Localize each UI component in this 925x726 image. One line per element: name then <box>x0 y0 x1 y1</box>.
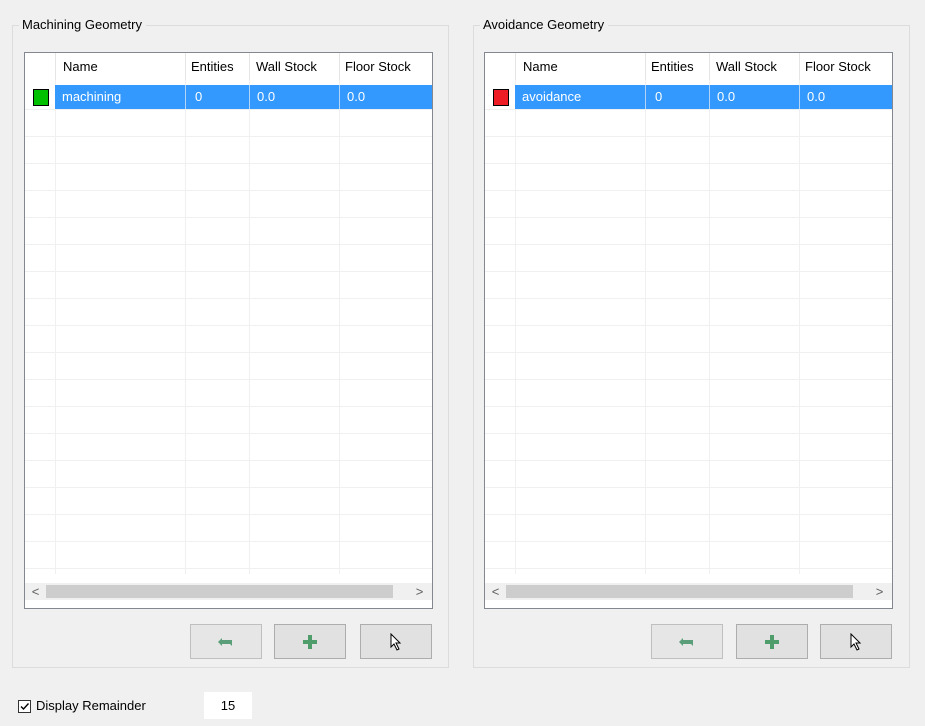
cell-name[interactable]: avoidance <box>522 85 581 109</box>
cell-wall-stock[interactable]: 0.0 <box>717 85 735 109</box>
cell-floor-stock[interactable]: 0.0 <box>347 85 365 109</box>
table-row[interactable]: machining 0 0.0 0.0 <box>25 85 432 109</box>
plus-icon <box>765 634 779 649</box>
cell-wall-stock[interactable]: 0.0 <box>257 85 275 109</box>
cursor-arrow-icon <box>850 632 862 651</box>
scrollbar-thumb[interactable] <box>46 585 393 598</box>
undo-button[interactable] <box>190 624 262 659</box>
cell-floor-stock[interactable]: 0.0 <box>807 85 825 109</box>
scroll-left-button[interactable]: < <box>487 583 504 600</box>
machining-geometry-grid[interactable]: Name Entities Wall Stock Floor Stock mac… <box>24 52 433 609</box>
color-swatch[interactable] <box>493 89 509 106</box>
add-button[interactable] <box>274 624 346 659</box>
undo-button[interactable] <box>651 624 723 659</box>
scroll-right-button[interactable]: > <box>871 583 888 600</box>
checkmark-icon <box>20 703 30 711</box>
scroll-right-button[interactable]: > <box>411 583 428 600</box>
cell-entities[interactable]: 0 <box>195 85 202 109</box>
column-header-entities[interactable]: Entities <box>191 53 234 80</box>
column-header-entities[interactable]: Entities <box>651 53 694 80</box>
plus-icon <box>303 634 317 649</box>
select-geometry-button[interactable] <box>820 624 892 659</box>
avoidance-geometry-title: Avoidance Geometry <box>480 17 609 33</box>
machining-geometry-title: Machining Geometry <box>19 17 146 33</box>
column-header-wall-stock[interactable]: Wall Stock <box>716 53 777 80</box>
cell-name[interactable]: machining <box>62 85 121 109</box>
cell-entities[interactable]: 0 <box>655 85 662 109</box>
horizontal-scrollbar[interactable]: < > <box>485 583 892 600</box>
undo-arrow-icon <box>218 637 232 646</box>
cursor-arrow-icon <box>390 632 402 651</box>
scrollbar-thumb[interactable] <box>506 585 853 598</box>
column-header-floor-stock[interactable]: Floor Stock <box>805 53 871 80</box>
select-geometry-button[interactable] <box>360 624 432 659</box>
column-header-name[interactable]: Name <box>63 53 98 80</box>
column-header-floor-stock[interactable]: Floor Stock <box>345 53 411 80</box>
table-row[interactable]: avoidance 0 0.0 0.0 <box>485 85 892 109</box>
color-swatch[interactable] <box>33 89 49 106</box>
avoidance-geometry-grid[interactable]: Name Entities Wall Stock Floor Stock avo… <box>484 52 893 609</box>
column-header-wall-stock[interactable]: Wall Stock <box>256 53 317 80</box>
column-header-name[interactable]: Name <box>523 53 558 80</box>
undo-arrow-icon <box>679 637 693 646</box>
display-remainder-label[interactable]: Display Remainder <box>36 698 146 714</box>
display-remainder-checkbox[interactable] <box>18 700 31 713</box>
scroll-left-button[interactable]: < <box>27 583 44 600</box>
add-button[interactable] <box>736 624 808 659</box>
horizontal-scrollbar[interactable]: < > <box>25 583 432 600</box>
remainder-value-field[interactable]: 15 <box>204 692 252 719</box>
